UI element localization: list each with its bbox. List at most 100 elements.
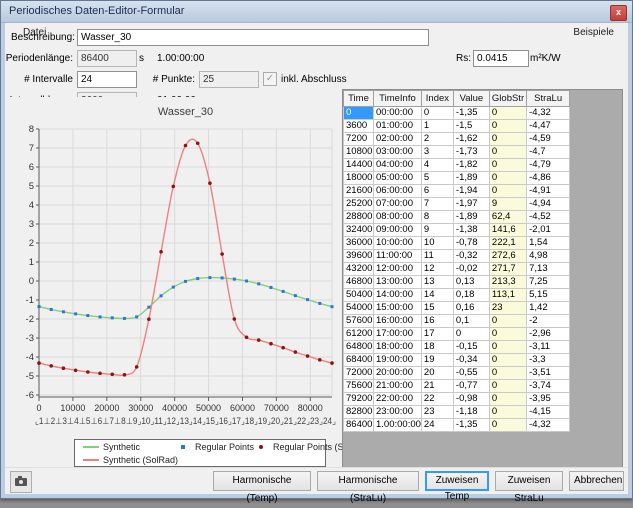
table-cell[interactable]: 8: [421, 211, 453, 224]
table-cell[interactable]: 1,42: [527, 302, 570, 315]
table-cell[interactable]: 50400: [344, 289, 374, 302]
table-cell[interactable]: 46800: [344, 276, 374, 289]
table-cell[interactable]: -4,94: [527, 198, 570, 211]
table-cell[interactable]: 0: [489, 419, 526, 432]
harmonische-stralu--button[interactable]: Harmonische (StraLu): [317, 471, 419, 491]
table-cell[interactable]: -4,7: [527, 146, 570, 159]
table-cell[interactable]: 21:00:00: [374, 380, 422, 393]
table-cell[interactable]: -3,11: [527, 341, 570, 354]
table-cell[interactable]: 4: [421, 159, 453, 172]
table-cell[interactable]: 7: [421, 198, 453, 211]
column-header-time[interactable]: Time: [344, 91, 374, 107]
table-cell[interactable]: 9: [489, 198, 526, 211]
table-cell[interactable]: 00:00:00: [374, 107, 422, 120]
table-cell[interactable]: 57600: [344, 315, 374, 328]
table-cell[interactable]: 23: [489, 302, 526, 315]
table-cell[interactable]: 0,18: [453, 289, 489, 302]
table-cell[interactable]: -4,91: [527, 185, 570, 198]
table-cell[interactable]: 6: [421, 185, 453, 198]
table-cell[interactable]: 36000: [344, 237, 374, 250]
table-cell[interactable]: -4,32: [527, 419, 570, 432]
table-cell[interactable]: 54000: [344, 302, 374, 315]
table-cell[interactable]: 03:00:00: [374, 146, 422, 159]
snapshot-button[interactable]: [10, 471, 32, 493]
abschluss-checkbox[interactable]: ✓: [263, 72, 277, 86]
table-cell[interactable]: 20:00:00: [374, 367, 422, 380]
table-cell[interactable]: 3600: [344, 120, 374, 133]
table-cell[interactable]: -1,5: [453, 120, 489, 133]
table-cell[interactable]: 0: [489, 367, 526, 380]
table-cell[interactable]: 23:00:00: [374, 406, 422, 419]
table-cell[interactable]: 10:00:00: [374, 237, 422, 250]
table-cell[interactable]: 0: [489, 107, 526, 120]
table-cell[interactable]: 14:00:00: [374, 289, 422, 302]
table-cell[interactable]: 02:00:00: [374, 133, 422, 146]
column-header-index[interactable]: Index: [421, 91, 453, 107]
table-cell[interactable]: 5,15: [527, 289, 570, 302]
table-cell[interactable]: 7,13: [527, 263, 570, 276]
table-cell[interactable]: 16: [421, 315, 453, 328]
column-header-timeinfo[interactable]: TimeInfo: [374, 91, 422, 107]
table-cell[interactable]: -1,82: [453, 159, 489, 172]
abbrechen-button[interactable]: Abbrechen: [569, 471, 624, 491]
punkte-input[interactable]: [199, 71, 259, 88]
table-cell[interactable]: 07:00:00: [374, 198, 422, 211]
table-cell[interactable]: 62,4: [489, 211, 526, 224]
table-cell[interactable]: -1,89: [453, 172, 489, 185]
table-cell[interactable]: 0: [489, 133, 526, 146]
table-cell[interactable]: 13:00:00: [374, 276, 422, 289]
table-cell[interactable]: -4,15: [527, 406, 570, 419]
table-cell[interactable]: -1,73: [453, 146, 489, 159]
table-cell[interactable]: 0: [489, 146, 526, 159]
table-cell[interactable]: 271,7: [489, 263, 526, 276]
table-cell[interactable]: -0,77: [453, 380, 489, 393]
table-cell[interactable]: 0,16: [453, 302, 489, 315]
table-cell[interactable]: -1,35: [453, 107, 489, 120]
table-cell[interactable]: 19: [421, 354, 453, 367]
table-cell[interactable]: 05:00:00: [374, 172, 422, 185]
table-cell[interactable]: 75600: [344, 380, 374, 393]
table-cell[interactable]: 1.00:00:00: [374, 419, 422, 432]
table-cell[interactable]: 272,6: [489, 250, 526, 263]
table-cell[interactable]: 0: [489, 354, 526, 367]
table-cell[interactable]: 11: [421, 250, 453, 263]
table-cell[interactable]: 7200: [344, 133, 374, 146]
table-cell[interactable]: 32400: [344, 224, 374, 237]
table-cell[interactable]: -0,34: [453, 354, 489, 367]
menu-item-beispiele[interactable]: Beispiele: [569, 26, 618, 39]
table-cell[interactable]: -4,79: [527, 159, 570, 172]
table-cell[interactable]: 0: [489, 406, 526, 419]
table-cell[interactable]: -0,32: [453, 250, 489, 263]
table-cell[interactable]: 0: [489, 315, 526, 328]
table-cell[interactable]: 23: [421, 406, 453, 419]
table-cell[interactable]: 15: [421, 302, 453, 315]
table-cell[interactable]: -1,94: [453, 185, 489, 198]
rs-input[interactable]: [473, 50, 529, 67]
table-cell[interactable]: 79200: [344, 393, 374, 406]
table-cell[interactable]: -1,35: [453, 419, 489, 432]
table-cell[interactable]: 17: [421, 328, 453, 341]
table-cell[interactable]: 4,98: [527, 250, 570, 263]
table-cell[interactable]: 1: [421, 120, 453, 133]
table-cell[interactable]: 113,1: [489, 289, 526, 302]
table-cell[interactable]: 3: [421, 146, 453, 159]
table-cell[interactable]: 13: [421, 276, 453, 289]
intervalle-input[interactable]: [77, 71, 137, 88]
table-cell[interactable]: 04:00:00: [374, 159, 422, 172]
table-cell[interactable]: 20: [421, 367, 453, 380]
table-cell[interactable]: -4,52: [527, 211, 570, 224]
table-cell[interactable]: 1,54: [527, 237, 570, 250]
table-cell[interactable]: 17:00:00: [374, 328, 422, 341]
table-cell[interactable]: -0,78: [453, 237, 489, 250]
table-cell[interactable]: 0: [489, 328, 526, 341]
table-cell[interactable]: 0: [421, 107, 453, 120]
table-cell[interactable]: -0,02: [453, 263, 489, 276]
table-cell[interactable]: 25200: [344, 198, 374, 211]
table-cell[interactable]: -4,47: [527, 120, 570, 133]
column-header-stralu[interactable]: StraLu: [527, 91, 570, 107]
table-cell[interactable]: 18000: [344, 172, 374, 185]
table-cell[interactable]: -1,97: [453, 198, 489, 211]
table-cell[interactable]: 86400: [344, 419, 374, 432]
table-cell[interactable]: 28800: [344, 211, 374, 224]
table-cell[interactable]: 0: [489, 172, 526, 185]
